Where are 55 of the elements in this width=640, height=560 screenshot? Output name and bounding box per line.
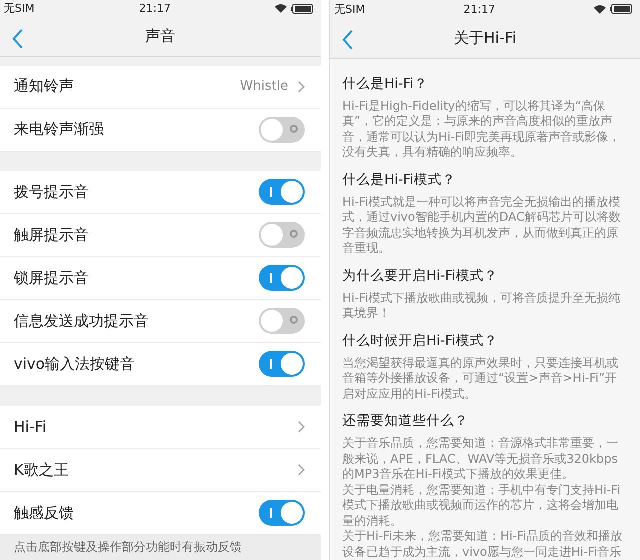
page-title: 关于Hi-Fi <box>454 28 517 48</box>
row-label: 触感反馈 <box>14 504 75 522</box>
section-heading: 什么是Hi-Fi模式？ <box>342 170 457 188</box>
row-label: 拨号提示音 <box>14 182 90 202</box>
section-heading: 为什么要开启Hi-Fi模式？ <box>342 266 499 284</box>
battery-icon <box>610 4 632 14</box>
settings-row[interactable]: K歌之王 <box>0 449 322 492</box>
settings-row[interactable]: 通知铃声 Whistle <box>0 66 322 109</box>
chevron-icon <box>298 421 306 433</box>
row-value: Whistle <box>240 79 288 94</box>
carrier-text: 无SIM <box>4 1 35 16</box>
row-label: 信息发送成功提示音 <box>14 312 150 331</box>
chevron-icon <box>298 80 306 93</box>
row-label: 触屏提示音 <box>14 226 90 245</box>
paragraph: 关于音乐品质，您需要知道：音源格式非常重要，一般来说，APE，FLAC、WAV等无损音乐或320kbps的MP3音乐在Hi-Fi模式下播放的效果更佳。 <box>342 436 620 482</box>
time-text: 21:17 <box>464 2 496 16</box>
paragraph: Hi-Fi是High-Fidelity的缩写，可以将其译为“高保真”，它的定义是：与原来的声音高度相似的重放声音，通常可以认为Hi-Fi即完美再现原著声音或影像，没有失真，具有精确的响应频率。 <box>342 98 622 160</box>
row-label: 来电铃声渐强 <box>14 120 105 140</box>
paragraph: Hi-Fi模式就是一种可以将声音完全无损输出的播放模式，通过vivo智能手机内置的DAC解码芯片可以将数字音频流忠实地转换为耳机发声，从而做到真正的原音重现。 <box>342 194 622 256</box>
paragraph: 关于Hi-Fi未来，您需要知道：Hi-Fi品质的音效和播放设备已趋于成为主流，vivo愿与您一同走进Hi-Fi音乐 <box>342 529 624 560</box>
row-label: 锁屏提示音 <box>14 268 90 288</box>
row-label: K歌之王 <box>14 460 70 480</box>
settings-row[interactable]: vivo输入法按键音 <box>0 343 322 386</box>
time-text: 21:17 <box>139 2 171 16</box>
section-heading: 什么时候开启Hi-Fi模式？ <box>342 332 499 350</box>
wifi-icon <box>594 4 606 14</box>
chevron-icon <box>298 464 306 476</box>
settings-row[interactable]: 锁屏提示音 <box>0 257 322 300</box>
back-icon[interactable] <box>342 30 354 50</box>
section-heading: 什么是Hi-Fi？ <box>342 74 429 92</box>
page-title: 声音 <box>146 27 176 46</box>
paragraph: 关于电量消耗，您需要知道：手机中有专门支持Hi-Fi模式下播放歌曲或视频而运作的芯片，这将会增加电量的消耗。 <box>342 482 622 529</box>
toggle-switch[interactable] <box>259 116 306 143</box>
toggle-switch[interactable] <box>259 500 306 526</box>
wifi-icon <box>275 4 288 14</box>
settings-row[interactable]: 信息发送成功提示音 <box>0 300 322 344</box>
settings-row[interactable]: 拨号提示音 <box>0 171 322 214</box>
paragraph: Hi-Fi模式下播放歌曲或视频，可将音质提升至无损纯真境界！ <box>342 290 622 322</box>
row-label: vivo输入法按键音 <box>14 354 136 374</box>
toggle-switch[interactable] <box>259 308 306 334</box>
toggle-switch[interactable] <box>259 351 306 378</box>
settings-row[interactable]: 触屏提示音 <box>0 214 322 258</box>
row-label: 通知铃声 <box>14 77 75 96</box>
footer-note: 点击底部按键及操作部分功能时有振动反馈 <box>0 535 322 560</box>
toggle-switch[interactable] <box>259 222 306 248</box>
settings-row[interactable]: Hi-Fi <box>0 406 322 449</box>
battery-icon <box>291 4 314 14</box>
toggle-switch[interactable] <box>259 179 306 206</box>
paragraph: 当您渴望获得最逼真的原声效果时，只要连接耳机或音箱等外接播放设备，可通过“设置>声音>Hi-Fi”开启对应应用的Hi-Fi模式。 <box>342 356 620 402</box>
carrier-text: 无SIM <box>334 2 366 17</box>
settings-row[interactable]: 来电铃声渐强 <box>0 108 322 152</box>
back-icon[interactable] <box>12 28 24 49</box>
section-heading: 还需要知道些什么？ <box>342 412 470 430</box>
toggle-switch[interactable] <box>259 265 306 292</box>
row-label: Hi-Fi <box>14 418 48 436</box>
